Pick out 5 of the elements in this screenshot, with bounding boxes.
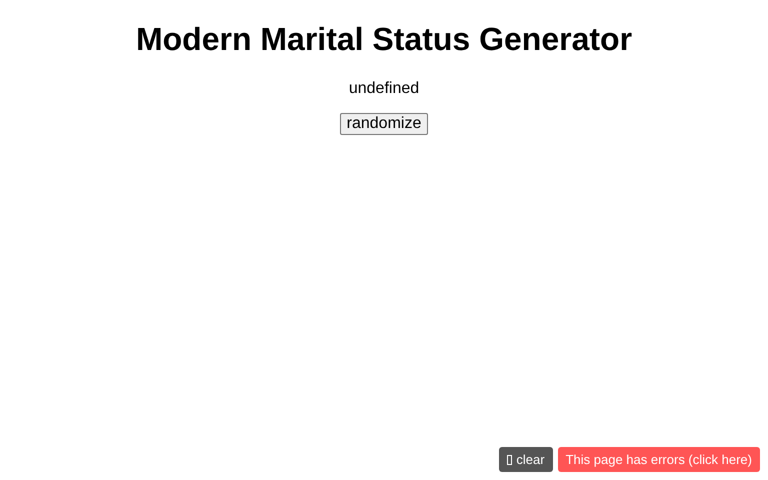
clear-button[interactable]: clear (499, 447, 553, 472)
result-text: undefined (348, 80, 420, 98)
randomize-button[interactable]: randomize (340, 113, 428, 135)
page-title: Modern Marital Status Generator (136, 21, 632, 58)
missing-glyph-icon (507, 454, 512, 464)
